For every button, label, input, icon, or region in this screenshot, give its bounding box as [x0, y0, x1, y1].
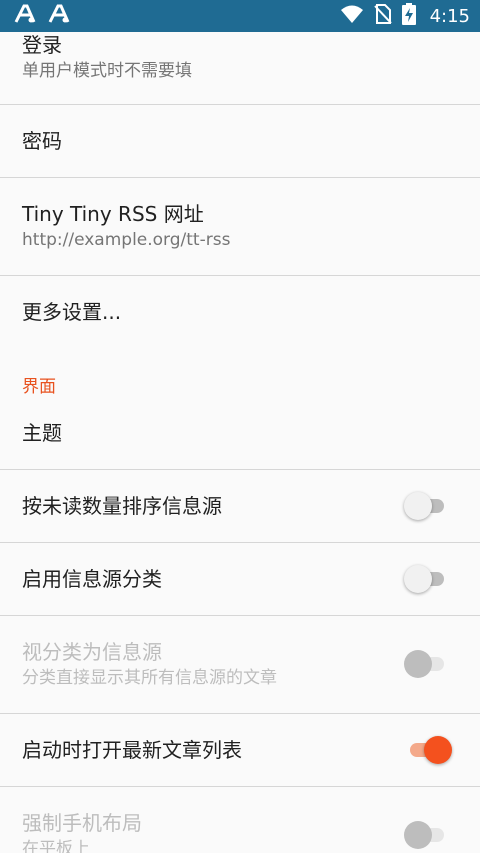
android-a-icon — [48, 4, 70, 28]
open-fresh-switch[interactable] — [410, 736, 452, 764]
android-a-icon — [14, 4, 36, 28]
enable-categories-switch[interactable] — [404, 565, 444, 593]
pref-theme[interactable]: 主题 — [0, 420, 480, 446]
pref-open-fresh[interactable]: 启动时打开最新文章列表 — [0, 737, 480, 763]
pref-url[interactable]: Tiny Tiny RSS 网址 http://example.org/tt-r… — [0, 201, 480, 251]
divider — [0, 469, 480, 470]
category-interface: 界面 — [22, 377, 56, 397]
no-sim-icon — [373, 4, 392, 28]
pref-url-title: Tiny Tiny RSS 网址 — [22, 202, 204, 226]
switch-thumb — [404, 565, 432, 593]
divider — [0, 275, 480, 276]
divider — [0, 104, 480, 105]
switch-thumb — [404, 821, 432, 849]
wifi-icon — [340, 4, 364, 28]
pref-more-settings-title: 更多设置... — [22, 300, 122, 324]
status-bar: 4:15 — [0, 0, 480, 32]
battery-charging-icon — [401, 3, 416, 29]
browse-categories-switch[interactable] — [404, 650, 444, 678]
sort-feeds-switch[interactable] — [404, 492, 444, 520]
pref-url-summary: http://example.org/tt-rss — [22, 230, 231, 250]
switch-thumb — [424, 736, 452, 764]
divider — [0, 786, 480, 787]
pref-login-summary: 单用户模式时不需要填 — [22, 61, 192, 81]
switch-thumb — [404, 650, 432, 678]
divider — [0, 615, 480, 616]
pref-more-settings[interactable]: 更多设置... — [0, 299, 480, 325]
divider — [0, 713, 480, 714]
settings-list[interactable]: 登录 单用户模式时不需要填 密码 Tiny Tiny RSS 网址 http:/… — [0, 32, 480, 853]
pref-login[interactable]: 登录 单用户模式时不需要填 — [0, 32, 480, 82]
clock: 4:15 — [429, 5, 470, 27]
pref-password[interactable]: 密码 — [0, 128, 480, 154]
divider — [0, 177, 480, 178]
pref-login-title: 登录 — [22, 33, 62, 57]
divider — [0, 542, 480, 543]
pref-password-title: 密码 — [22, 129, 62, 153]
force-phone-layout-switch[interactable] — [404, 821, 444, 849]
pref-theme-title: 主题 — [22, 421, 62, 445]
switch-thumb — [404, 492, 432, 520]
